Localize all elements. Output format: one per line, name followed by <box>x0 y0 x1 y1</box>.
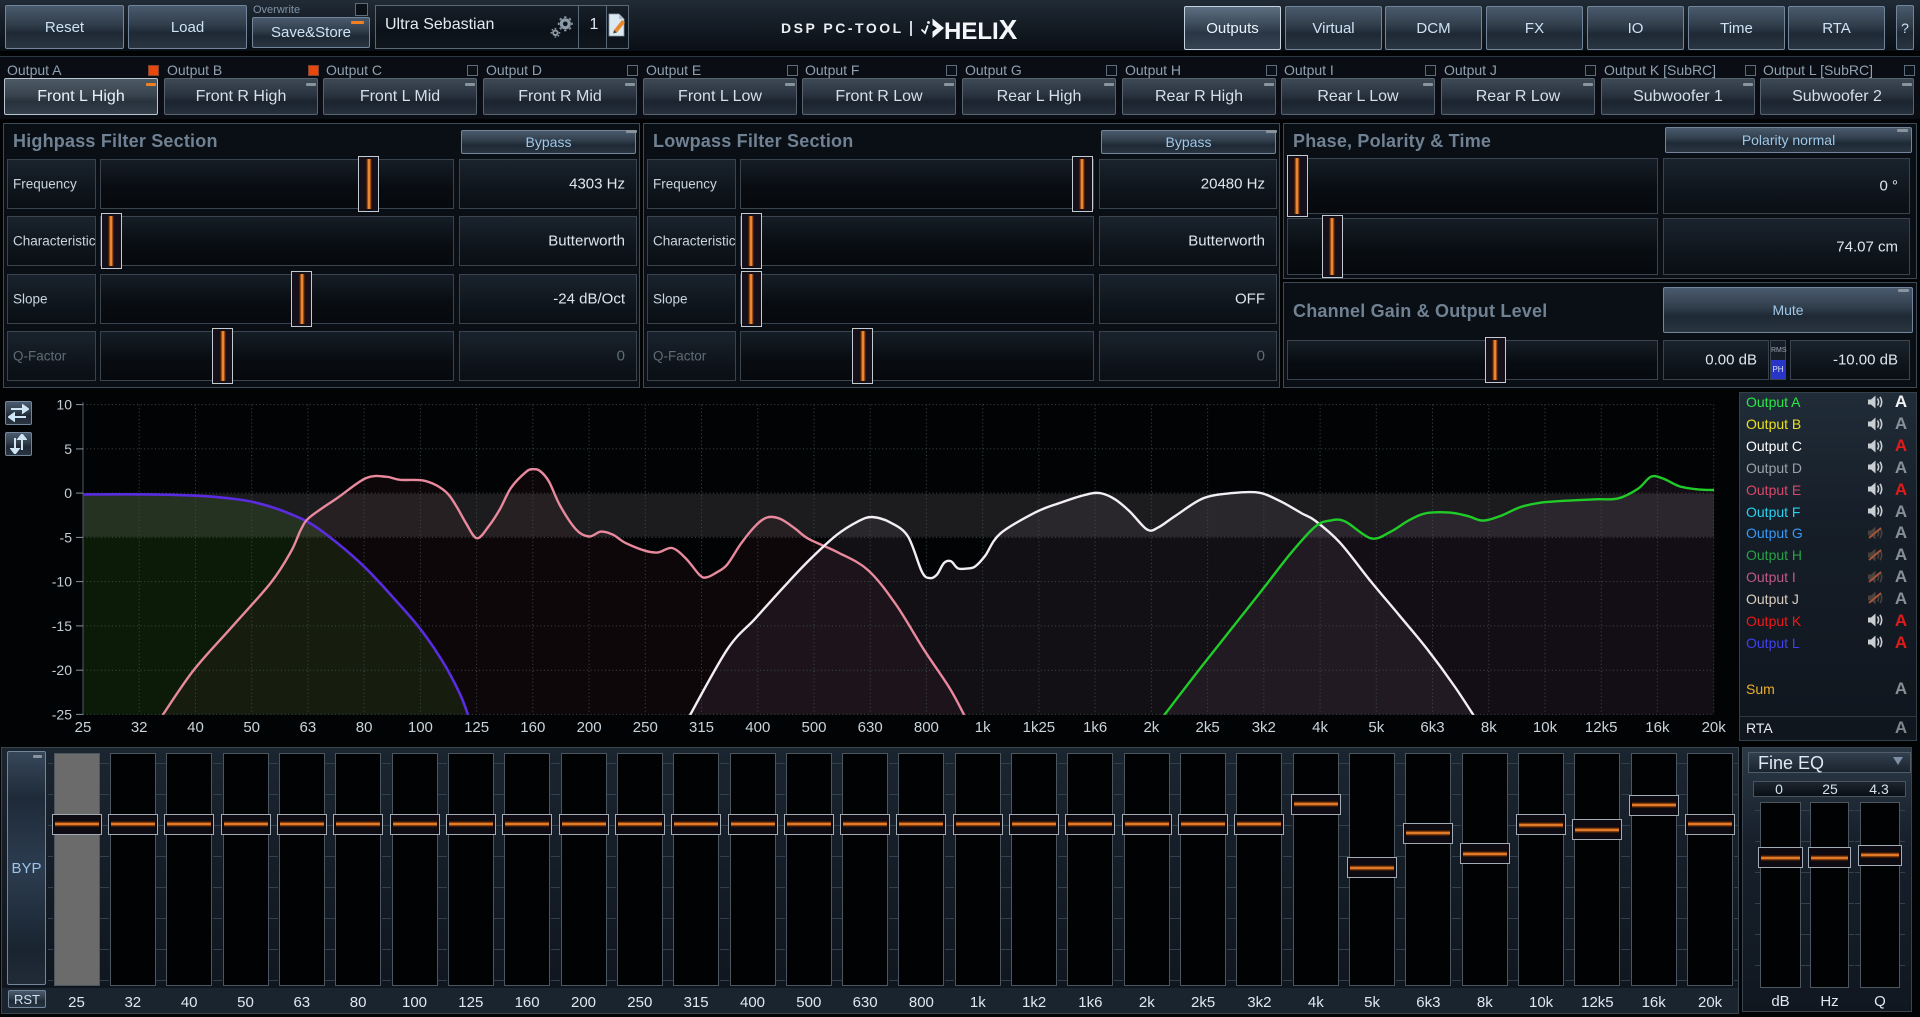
svg-text:12k5: 12k5 <box>1585 719 1618 736</box>
svg-text:25: 25 <box>75 719 92 736</box>
svg-text:80: 80 <box>356 719 373 736</box>
svg-text:10: 10 <box>56 397 72 413</box>
svg-text:8k: 8k <box>1481 719 1497 736</box>
svg-text:-10: -10 <box>52 574 72 590</box>
svg-text:125: 125 <box>464 719 489 736</box>
svg-text:3k2: 3k2 <box>1252 719 1276 736</box>
svg-text:160: 160 <box>520 719 545 736</box>
svg-text:5: 5 <box>64 441 72 457</box>
svg-text:100: 100 <box>408 719 433 736</box>
svg-text:50: 50 <box>243 719 260 736</box>
svg-text:250: 250 <box>633 719 658 736</box>
svg-text:630: 630 <box>858 719 883 736</box>
svg-text:1k6: 1k6 <box>1083 719 1107 736</box>
svg-text:200: 200 <box>577 719 602 736</box>
svg-text:315: 315 <box>689 719 714 736</box>
svg-text:800: 800 <box>914 719 939 736</box>
svg-text:32: 32 <box>131 719 148 736</box>
svg-text:-25: -25 <box>52 706 72 722</box>
svg-text:10k: 10k <box>1533 719 1558 736</box>
svg-text:4k: 4k <box>1312 719 1328 736</box>
svg-text:2k5: 2k5 <box>1196 719 1220 736</box>
svg-text:0: 0 <box>64 485 72 501</box>
svg-text:-15: -15 <box>52 618 72 634</box>
svg-text:1k25: 1k25 <box>1023 719 1056 736</box>
svg-text:2k: 2k <box>1143 719 1159 736</box>
svg-text:63: 63 <box>300 719 317 736</box>
svg-text:500: 500 <box>801 719 826 736</box>
svg-text:40: 40 <box>187 719 204 736</box>
svg-text:400: 400 <box>745 719 770 736</box>
svg-text:1k: 1k <box>975 719 991 736</box>
svg-text:5k: 5k <box>1368 719 1384 736</box>
svg-text:20k: 20k <box>1702 719 1727 736</box>
svg-text:16k: 16k <box>1645 719 1670 736</box>
svg-text:6k3: 6k3 <box>1420 719 1444 736</box>
svg-text:-20: -20 <box>52 662 72 678</box>
svg-text:-5: -5 <box>60 529 73 545</box>
